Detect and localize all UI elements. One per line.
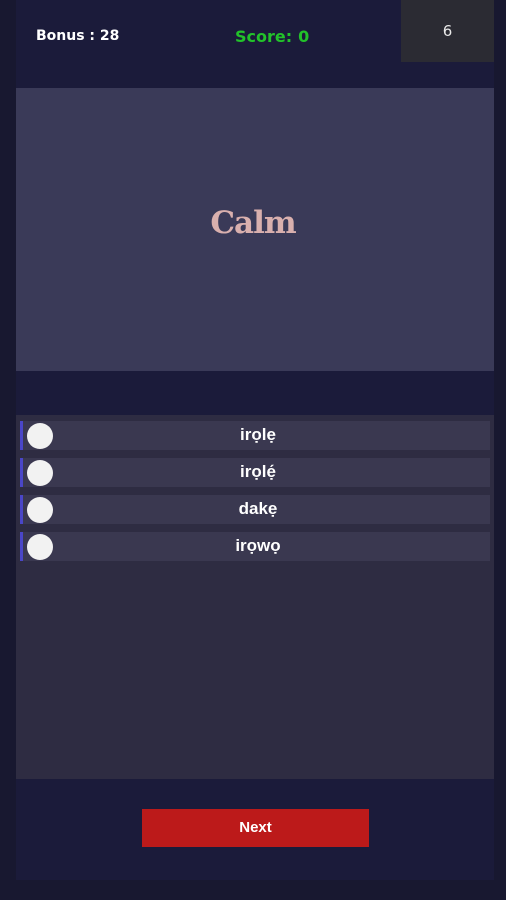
answer-option[interactable]: dakẹ	[20, 495, 490, 524]
score-label: Score:	[235, 27, 293, 46]
quiz-screen: Bonus : 28 Score: 0 6 Calm irọlẹ irọlẹ́ d…	[0, 0, 506, 900]
next-button[interactable]: Next	[142, 809, 369, 847]
option-label: irọlẹ́	[240, 462, 276, 481]
answer-option[interactable]: irọlẹ́	[20, 458, 490, 487]
timer-box: 6	[401, 0, 494, 62]
option-label: irọwọ	[235, 536, 281, 555]
score-value: 0	[298, 27, 310, 46]
answer-option[interactable]: irọwọ	[20, 532, 490, 561]
timer-value: 6	[442, 22, 453, 40]
question-word: Calm	[210, 205, 296, 241]
option-label: dakẹ	[238, 499, 278, 518]
score-display: Score: 0	[235, 27, 309, 46]
answer-option[interactable]: irọlẹ	[20, 421, 490, 450]
bonus-counter: Bonus : 28	[36, 28, 120, 44]
option-label: irọlẹ	[240, 425, 276, 444]
